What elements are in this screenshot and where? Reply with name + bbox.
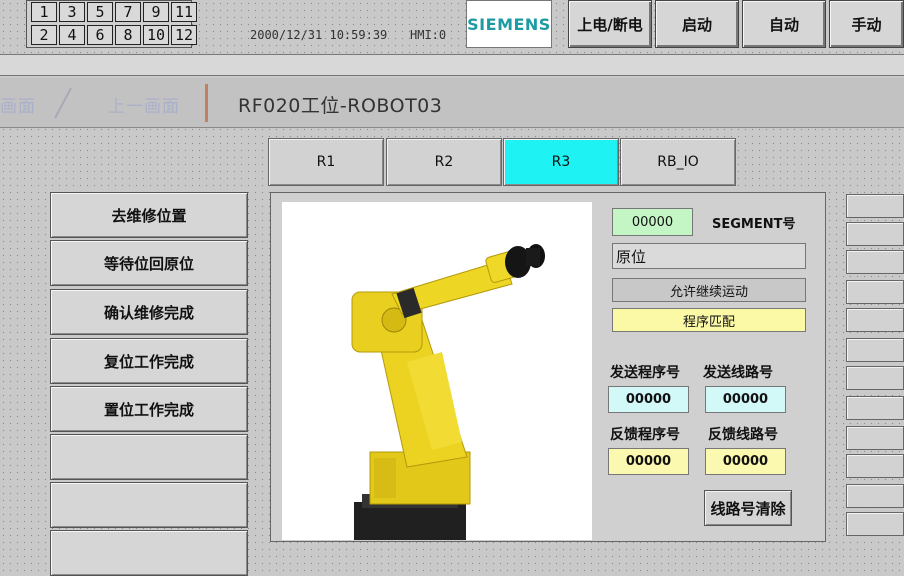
right-side-button-3[interactable]: [846, 250, 904, 274]
go-maintenance-position-button[interactable]: 去维修位置: [50, 192, 248, 238]
screen-number-2[interactable]: 2: [31, 25, 57, 45]
tab-r3[interactable]: R3: [503, 138, 619, 186]
tab-r2[interactable]: R2: [386, 138, 502, 186]
empty-menu-button-2[interactable]: [50, 482, 248, 528]
right-side-button-8[interactable]: [846, 396, 904, 420]
hmi-status: HMI:0: [410, 28, 447, 42]
screen-number-12[interactable]: 12: [171, 25, 197, 45]
right-side-button-2[interactable]: [846, 222, 904, 246]
send-program-input[interactable]: 00000: [608, 386, 689, 413]
previous-screen-link[interactable]: 上一画面: [108, 92, 180, 117]
send-route-input[interactable]: 00000: [705, 386, 786, 413]
wait-return-home-button[interactable]: 等待位回原位: [50, 240, 248, 286]
reset-work-complete-button[interactable]: 复位工作完成: [50, 338, 248, 384]
screen-number-3[interactable]: 3: [59, 2, 85, 22]
page-title: RF020工位-ROBOT03: [238, 95, 443, 117]
screen-number-8[interactable]: 8: [115, 25, 141, 45]
auto-mode-button[interactable]: 自动: [742, 0, 826, 48]
right-side-button-9[interactable]: [846, 426, 904, 450]
screen-number-5[interactable]: 5: [87, 2, 113, 22]
right-side-button-10[interactable]: [846, 454, 904, 478]
clear-route-button[interactable]: 线路号清除: [704, 490, 792, 526]
screen-number-10[interactable]: 10: [143, 25, 169, 45]
industrial-robot-icon: [351, 244, 545, 542]
right-side-button-1[interactable]: [846, 194, 904, 218]
right-side-button-4[interactable]: [846, 280, 904, 304]
tab-r1[interactable]: R1: [268, 138, 384, 186]
nav-divider: [205, 84, 208, 122]
right-side-button-11[interactable]: [846, 484, 904, 508]
prev-screen-link[interactable]: 画面: [0, 92, 36, 117]
segment-number-field: 00000: [612, 208, 693, 236]
siemens-logo: SIEMENS: [466, 0, 552, 48]
right-side-button-7[interactable]: [846, 366, 904, 390]
system-datetime: 2000/12/31 10:59:39: [250, 28, 388, 42]
header-separator: [0, 54, 904, 76]
screen-number-6[interactable]: 6: [87, 25, 113, 45]
empty-menu-button-1[interactable]: [50, 434, 248, 480]
start-button[interactable]: 启动: [655, 0, 739, 48]
screen-number-grid: 1 3 5 7 9 11 2 4 6 8 10 12: [26, 0, 197, 48]
set-work-complete-button[interactable]: 置位工作完成: [50, 386, 248, 432]
screen-number-1[interactable]: 1: [31, 2, 57, 22]
robot-image: [282, 202, 592, 542]
right-side-button-12[interactable]: [846, 512, 904, 536]
screen-number-7[interactable]: 7: [115, 2, 141, 22]
confirm-maintenance-done-button[interactable]: 确认维修完成: [50, 289, 248, 335]
feedback-program-field: 00000: [608, 448, 689, 475]
feedback-program-label: 反馈程序号: [610, 427, 680, 443]
power-toggle-button[interactable]: 上电/断电: [568, 0, 652, 48]
send-program-label: 发送程序号: [610, 365, 680, 381]
screen-number-11[interactable]: 11: [171, 2, 197, 22]
segment-label: SEGMENT号: [712, 217, 796, 232]
screen-number-9[interactable]: 9: [143, 2, 169, 22]
empty-menu-button-3[interactable]: [50, 530, 248, 576]
screen-number-4[interactable]: 4: [59, 25, 85, 45]
allow-continue-status: 允许继续运动: [612, 278, 806, 302]
program-match-status: 程序匹配: [612, 308, 806, 332]
feedback-route-label: 反馈线路号: [708, 427, 778, 443]
feedback-route-field: 00000: [705, 448, 786, 475]
right-side-button-5[interactable]: [846, 308, 904, 332]
tab-rb-io[interactable]: RB_IO: [620, 138, 736, 186]
right-side-button-6[interactable]: [846, 338, 904, 362]
position-status-field: 原位: [612, 243, 806, 269]
send-route-label: 发送线路号: [703, 365, 773, 381]
manual-mode-button[interactable]: 手动: [829, 0, 904, 48]
